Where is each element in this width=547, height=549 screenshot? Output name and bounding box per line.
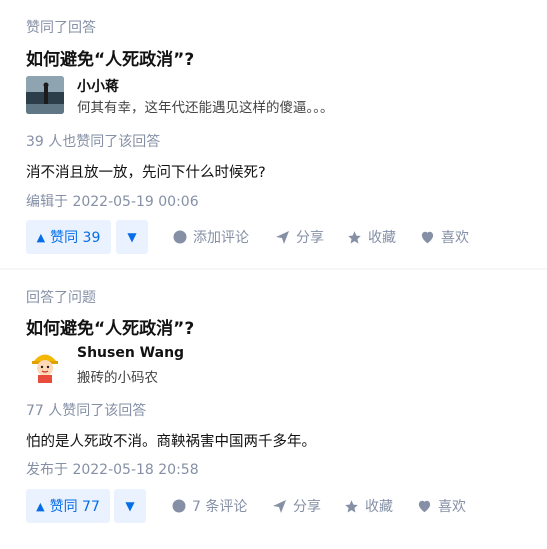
favorite-label: 收藏 [365,499,393,515]
answer-content[interactable]: 消不消且放一放，先问下什么时候死? [26,161,266,182]
upvote-label: 赞同 77 [49,499,100,515]
timestamp[interactable]: 编辑于 2022-05-19 00:06 [26,191,199,211]
upvote-triangle-icon: ▲ [36,499,45,513]
comment-icon [172,499,186,513]
activity-label: 赞同了回答 [26,20,96,36]
author-name[interactable]: 小小蒋 [77,76,119,96]
upvote-label: 赞同 39 [50,230,101,246]
favorite-label: 收藏 [368,230,396,246]
share-label: 分享 [293,499,321,515]
question-title[interactable]: 如何避免“人死政消”? [26,45,194,70]
comment-button[interactable]: 添加评论 [173,220,249,254]
author-bio: 搬砖的小码农 [77,370,158,386]
avatar-image [26,345,64,383]
timestamp[interactable]: 发布于 2022-05-18 20:58 [26,459,199,479]
comment-label: 添加评论 [193,230,249,246]
avatar[interactable] [26,345,64,383]
question-title[interactable]: 如何避免“人死政消”? [26,314,194,339]
star-icon [345,499,358,512]
downvote-triangle-icon: ▼ [127,230,137,244]
feed-item: 赞同了回答 如何避免“人死政消”? 小小蒋 何其有幸，这年代还能遇见这样的傻逼。… [0,0,547,268]
feed-item: 回答了问题 如何避免“人死政消”? Shusen Wang 搬砖的小码农 77 … [0,270,547,549]
comment-label: 7 条评论 [192,499,248,515]
share-icon [276,230,289,244]
upvote-summary: 39 人也赞同了该回答 [26,134,161,150]
avatar[interactable] [26,76,64,114]
comment-button[interactable]: 7 条评论 [172,489,247,523]
share-button[interactable]: 分享 [275,220,324,254]
heart-icon [418,500,431,513]
heart-icon [421,231,434,244]
upvote-summary: 77 人赞同了该回答 [26,403,147,419]
author-name[interactable]: Shusen Wang [77,345,184,361]
like-label: 喜欢 [438,499,466,515]
downvote-button[interactable]: ▼ [116,220,148,254]
avatar-image [26,76,64,114]
downvote-triangle-icon: ▼ [125,499,135,513]
favorite-button[interactable]: 收藏 [347,220,396,254]
share-icon [273,499,286,513]
author-bio: 何其有幸，这年代还能遇见这样的傻逼。。。 [77,100,334,116]
downvote-button[interactable]: ▼ [114,489,146,523]
comment-icon [173,230,187,244]
share-label: 分享 [296,230,324,246]
like-label: 喜欢 [441,230,469,246]
answer-content[interactable]: 怕的是人死政不消。商鞅祸害中国两千多年。 [26,430,316,451]
favorite-button[interactable]: 收藏 [344,489,393,523]
upvote-button[interactable]: ▲ 赞同 39 [26,220,111,254]
share-button[interactable]: 分享 [272,489,321,523]
activity-label: 回答了问题 [26,290,96,306]
upvote-triangle-icon: ▲ [36,230,46,244]
upvote-button[interactable]: ▲ 赞同 77 [26,489,110,523]
like-button[interactable]: 喜欢 [417,489,466,523]
star-icon [348,230,361,243]
like-button[interactable]: 喜欢 [420,220,469,254]
